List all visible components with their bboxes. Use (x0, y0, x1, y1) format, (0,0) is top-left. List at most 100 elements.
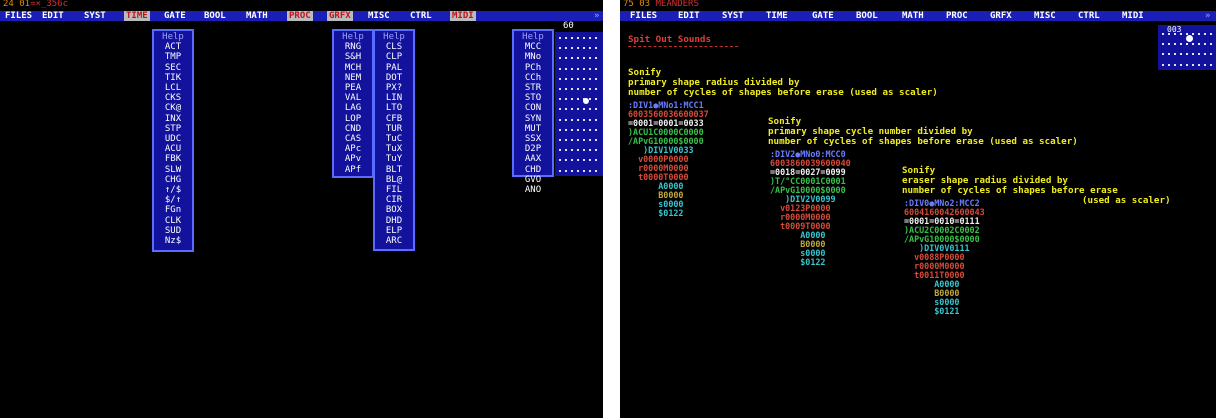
menu-item[interactable]: CKS (154, 93, 192, 103)
menu-item[interactable]: LAG (334, 103, 372, 113)
menu-midi[interactable]: MIDI (1122, 11, 1144, 21)
module-block-1[interactable]: :DIV1●MNo1:MCC1 6003560036600037 =0001=000… (628, 101, 709, 218)
menu-item[interactable]: CND (334, 124, 372, 134)
menu-item[interactable]: MUT (514, 124, 552, 134)
menu-item[interactable]: GVO (514, 175, 552, 185)
menu-help-item[interactable]: Help (514, 32, 552, 42)
menu-item[interactable]: CLS (375, 42, 413, 52)
menu-item[interactable]: SUD (154, 226, 192, 236)
menu-ctrl[interactable]: CTRL (1078, 11, 1100, 21)
menu-midi[interactable]: MIDI (450, 11, 476, 21)
menu-item[interactable]: ARC (375, 236, 413, 246)
menu-item[interactable]: CK@ (154, 103, 192, 113)
menu-item[interactable]: TuY (375, 154, 413, 164)
menu-item[interactable]: LIN (375, 93, 413, 103)
menu-bool[interactable]: BOOL (856, 11, 878, 21)
menu-item[interactable]: APc (334, 144, 372, 154)
menu-item[interactable]: TUR (375, 124, 413, 134)
menu-item[interactable]: CLK (154, 216, 192, 226)
menu-misc[interactable]: MISC (368, 11, 390, 21)
menu-item[interactable]: SEC (154, 63, 192, 73)
menu-item[interactable]: LTO (375, 103, 413, 113)
menu-time[interactable]: TIME (124, 11, 150, 21)
menu-scroll-icon[interactable]: » (1205, 11, 1210, 21)
menu-item[interactable]: CHD (514, 165, 552, 175)
menu-item[interactable]: BL@ (375, 175, 413, 185)
menu-help-item[interactable]: Help (334, 32, 372, 42)
menu-item[interactable]: VAL (334, 93, 372, 103)
menu-help-item[interactable]: Help (375, 32, 413, 42)
menu-item[interactable]: PX? (375, 83, 413, 93)
menu-math[interactable]: MATH (246, 11, 268, 21)
menu-item[interactable]: ACT (154, 42, 192, 52)
menu-item[interactable]: AAX (514, 154, 552, 164)
menu-item[interactable]: MCC (514, 42, 552, 52)
menu-syst[interactable]: SYST (722, 11, 744, 21)
menu-item[interactable]: NEM (334, 73, 372, 83)
menu-item[interactable]: TMP (154, 52, 192, 62)
menu-item[interactable]: TuC (375, 134, 413, 144)
menu-edit[interactable]: EDIT (678, 11, 700, 21)
menu-item[interactable]: STO (514, 93, 552, 103)
menu-item[interactable]: SYN (514, 114, 552, 124)
menu-item[interactable]: UDC (154, 134, 192, 144)
module-block-2[interactable]: :DIV2●MNo0:MCC0 6003860039600040 =0018=002… (770, 150, 851, 267)
menu-item[interactable]: CLP (375, 52, 413, 62)
menu-item[interactable]: STR (514, 83, 552, 93)
menu-item[interactable]: ACU (154, 144, 192, 154)
menu-item[interactable]: FIL (375, 185, 413, 195)
menu-gate[interactable]: GATE (164, 11, 186, 21)
menu-item[interactable]: ↑/$ (154, 185, 192, 195)
menu-ctrl[interactable]: CTRL (410, 11, 432, 21)
menu-item[interactable]: STP (154, 124, 192, 134)
menu-item[interactable]: CFB (375, 114, 413, 124)
menu-item[interactable]: DHD (375, 216, 413, 226)
menu-item[interactable]: PEA (334, 83, 372, 93)
menu-files[interactable]: FILES (630, 11, 657, 21)
module-block-3[interactable]: :DIV0●MNo2:MCC2 6004160042600043 =0001=001… (904, 199, 985, 316)
menu-math[interactable]: MATH (902, 11, 924, 21)
menu-proc[interactable]: PROC (287, 11, 313, 21)
menu-grfx[interactable]: GRFX (990, 11, 1012, 21)
menu-item[interactable]: PCh (514, 63, 552, 73)
menu-item[interactable]: BLT (375, 165, 413, 175)
menu-scroll-icon[interactable]: » (594, 11, 599, 21)
menu-item[interactable]: ANO (514, 185, 552, 195)
menu-help-item[interactable]: Help (154, 32, 192, 42)
menu-proc[interactable]: PROC (946, 11, 968, 21)
menu-item[interactable]: BOX (375, 205, 413, 215)
menu-item[interactable]: APf (334, 165, 372, 175)
menu-files[interactable]: FILES (5, 11, 32, 21)
menu-item[interactable]: LCL (154, 83, 192, 93)
menu-item[interactable]: FBK (154, 154, 192, 164)
menu-item[interactable]: DOT (375, 73, 413, 83)
menu-item[interactable]: CHG (154, 175, 192, 185)
menu-item[interactable]: INX (154, 114, 192, 124)
menu-item[interactable]: S&H (334, 52, 372, 62)
slider-knob-icon[interactable] (583, 98, 589, 104)
menu-syst[interactable]: SYST (84, 11, 106, 21)
menu-edit[interactable]: EDIT (42, 11, 64, 21)
menu-item[interactable]: APv (334, 154, 372, 164)
menu-item[interactable]: SSX (514, 134, 552, 144)
menu-item[interactable]: CAS (334, 134, 372, 144)
menu-item[interactable]: $/↑ (154, 195, 192, 205)
menu-bool[interactable]: BOOL (204, 11, 226, 21)
menu-item[interactable]: MNo (514, 52, 552, 62)
menu-grfx[interactable]: GRFX (327, 11, 353, 21)
menu-item[interactable]: D2P (514, 144, 552, 154)
menu-gate[interactable]: GATE (812, 11, 834, 21)
menu-item[interactable]: PAL (375, 63, 413, 73)
menu-item[interactable]: TuX (375, 144, 413, 154)
menu-item[interactable]: MCH (334, 63, 372, 73)
menu-time[interactable]: TIME (766, 11, 788, 21)
menu-item[interactable]: CCh (514, 73, 552, 83)
menu-item[interactable]: ELP (375, 226, 413, 236)
menu-item[interactable]: FGn (154, 205, 192, 215)
menu-item[interactable]: CON (514, 103, 552, 113)
menu-item[interactable]: SLW (154, 165, 192, 175)
menu-item[interactable]: CIR (375, 195, 413, 205)
slider-knob-icon[interactable] (1186, 35, 1193, 42)
menu-item[interactable]: Nz$ (154, 236, 192, 246)
menu-item[interactable]: RNG (334, 42, 372, 52)
